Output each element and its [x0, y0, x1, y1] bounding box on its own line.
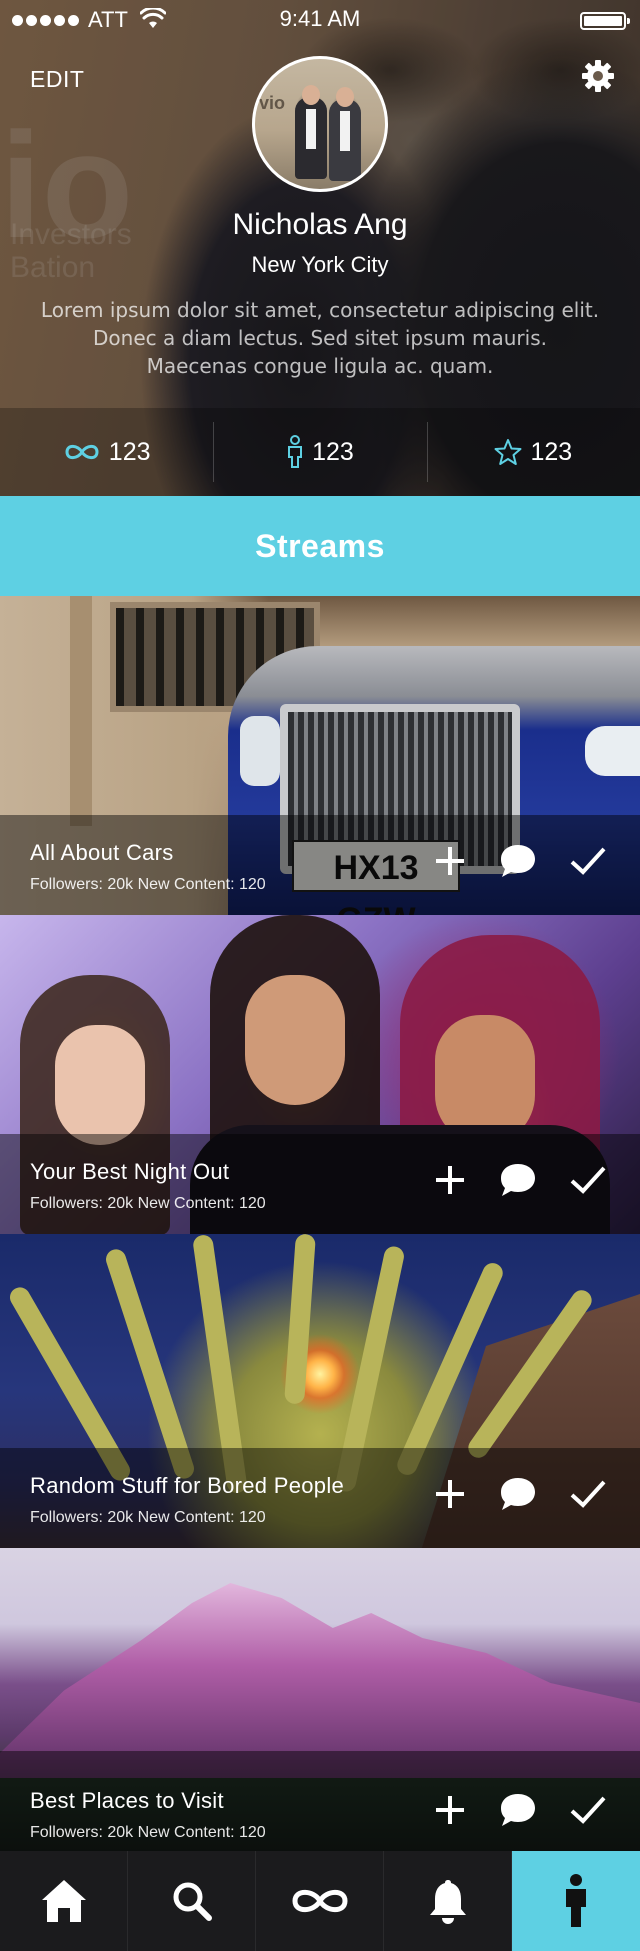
tab-search[interactable] [128, 1851, 256, 1951]
profile-header: io Investors Bation ATT 9:41 AM EDIT vio… [0, 0, 640, 496]
stat-favorites[interactable]: 123 [426, 408, 640, 496]
comment-icon[interactable] [496, 1788, 540, 1832]
person-icon [566, 1874, 586, 1927]
stat-value: 123 [530, 437, 573, 466]
search-icon [173, 1882, 212, 1921]
person-icon [288, 435, 303, 468]
comment-icon[interactable] [496, 1472, 540, 1516]
profile-stats: 123 123 123 [0, 408, 640, 496]
tab-profile[interactable] [512, 1851, 640, 1951]
add-icon[interactable] [428, 1158, 472, 1202]
clock: 9:41 AM [279, 6, 361, 31]
tab-home[interactable] [0, 1851, 128, 1951]
stream-title: Your Best Night Out [30, 1159, 230, 1184]
stat-streams[interactable]: 123 [0, 408, 213, 496]
stream-meta: Followers: 20k New Content: 120 [30, 1509, 266, 1526]
bell-icon [429, 1880, 466, 1924]
gear-icon[interactable] [580, 58, 616, 94]
stream-title: All About Cars [30, 840, 174, 865]
add-icon[interactable] [428, 1472, 472, 1516]
add-icon[interactable] [428, 1788, 472, 1832]
comment-icon[interactable] [496, 839, 540, 883]
profile-city: New York City [251, 252, 389, 277]
edit-button[interactable]: EDIT [30, 66, 84, 93]
status-bar: ATT 9:41 AM [0, 0, 640, 40]
profile-bio: Lorem ipsum dolor sit amet, consectetur … [40, 298, 600, 378]
tab-notifications[interactable] [384, 1851, 512, 1951]
infinity-icon [65, 444, 99, 460]
streams-header: Streams [0, 496, 640, 596]
infinity-icon [291, 1889, 348, 1913]
check-icon[interactable] [566, 839, 610, 883]
battery-icon [580, 12, 630, 30]
star-icon [494, 439, 522, 465]
stat-value: 123 [312, 437, 354, 466]
profile-name: Nicholas Ang [232, 208, 408, 241]
stream-card[interactable]: Your Best Night Out Followers: 20k New C… [0, 915, 640, 1234]
check-icon[interactable] [566, 1788, 610, 1832]
stream-meta: Followers: 20k New Content: 120 [30, 1195, 266, 1212]
comment-icon[interactable] [496, 1158, 540, 1202]
check-icon[interactable] [566, 1158, 610, 1202]
stream-card[interactable]: HX13 GZW All About Cars Followers: 20k N… [0, 596, 640, 915]
stream-title: Best Places to Visit [30, 1788, 224, 1813]
stat-value: 123 [108, 437, 151, 466]
tab-streams[interactable] [256, 1851, 384, 1951]
add-icon[interactable] [428, 839, 472, 883]
stream-meta: Followers: 20k New Content: 120 [30, 876, 266, 893]
tab-bar [0, 1851, 640, 1951]
stream-card[interactable]: Random Stuff for Bored People Followers:… [0, 1234, 640, 1548]
stat-followers[interactable]: 123 [213, 408, 426, 496]
check-icon[interactable] [566, 1472, 610, 1516]
stream-meta: Followers: 20k New Content: 120 [30, 1824, 266, 1841]
avatar[interactable]: vio [252, 56, 388, 192]
stream-card[interactable]: Best Places to Visit Followers: 20k New … [0, 1548, 640, 1851]
home-icon [41, 1880, 86, 1922]
stream-title: Random Stuff for Bored People [30, 1473, 345, 1498]
